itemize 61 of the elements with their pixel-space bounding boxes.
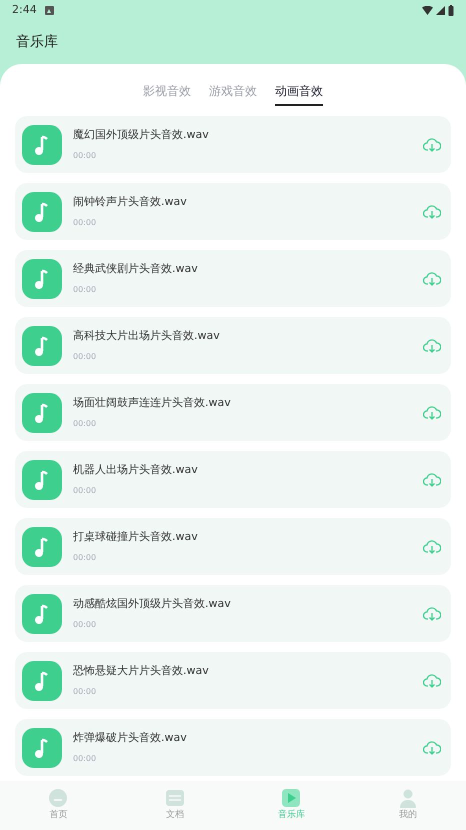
music-note-icon xyxy=(22,594,62,634)
track-name: 打桌球碰撞片头音效.wav xyxy=(73,528,199,545)
music-note-icon xyxy=(22,660,62,700)
track-duration: 00:00 xyxy=(73,552,98,564)
track-duration: 00:00 xyxy=(73,284,98,296)
track-duration: 00:00 xyxy=(73,150,98,162)
tab[interactable]: 动画音效 xyxy=(275,82,323,106)
track-card[interactable]: 恐怖悬疑大片片头音效.wav 00:00 xyxy=(15,652,451,709)
cloud-download-icon[interactable] xyxy=(423,136,441,152)
track-duration: 00:00 xyxy=(73,418,98,430)
person-icon xyxy=(398,788,418,808)
music-note-icon xyxy=(22,124,62,164)
music-note-icon xyxy=(22,326,62,366)
track-card[interactable]: 机器人出场片头音效.wav 00:00 xyxy=(15,451,451,508)
track-duration: 00:00 xyxy=(73,351,98,364)
music-note-icon xyxy=(22,526,62,566)
cloud-download-icon[interactable] xyxy=(423,404,441,420)
track-duration: 00:00 xyxy=(73,619,98,632)
cloud-download-icon[interactable] xyxy=(423,338,441,354)
track-duration: 00:00 xyxy=(73,217,98,230)
battery-icon xyxy=(448,4,454,16)
track-card[interactable]: 魔幻国外顶级片头音效.wav 00:00 xyxy=(15,116,451,173)
track-name: 高科技大片出场片头音效.wav xyxy=(73,328,221,344)
track-card[interactable]: 闹钟铃声片头音效.wav 00:00 xyxy=(15,183,451,240)
track-card[interactable]: 打桌球碰撞片头音效.wav 00:00 xyxy=(15,518,451,575)
track-card[interactable]: 经典武侠剧片头音效.wav 00:00 xyxy=(15,250,451,307)
track-name: 机器人出场片头音效.wav xyxy=(73,462,199,478)
music-note-icon xyxy=(22,392,62,432)
signal-icon xyxy=(436,6,445,14)
track-duration: 00:00 xyxy=(73,753,98,766)
track-name: 闹钟铃声片头音效.wav xyxy=(73,194,188,210)
home-icon xyxy=(48,788,68,808)
track-card[interactable]: 炸弹爆破片头音效.wav 00:00 xyxy=(15,719,451,776)
play-icon xyxy=(281,788,302,808)
track-duration: 00:00 xyxy=(73,485,98,498)
track-card[interactable]: 场面壮阔鼓声连连片头音效.wav 00:00 xyxy=(15,384,451,441)
notification-icon xyxy=(44,6,54,14)
track-card[interactable]: 动感酷炫国外顶级片头音效.wav 00:00 xyxy=(15,585,451,642)
music-note-icon xyxy=(22,460,62,500)
cloud-download-icon[interactable] xyxy=(423,472,441,488)
document-icon xyxy=(164,788,185,808)
cloud-download-icon[interactable] xyxy=(423,204,441,220)
status-time: 2:44 xyxy=(12,2,37,18)
cloud-download-icon[interactable] xyxy=(423,672,441,688)
track-name: 炸弹爆破片头音效.wav xyxy=(73,730,188,746)
track-duration: 00:00 xyxy=(73,686,98,698)
music-note-icon xyxy=(22,192,62,232)
cloud-download-icon[interactable] xyxy=(423,740,441,756)
music-note-icon xyxy=(22,728,62,768)
track-name: 魔幻国外顶级片头音效.wav xyxy=(73,126,210,143)
track-name: 动感酷炫国外顶级片头音效.wav xyxy=(73,596,232,612)
track-name: 场面壮阔鼓声连连片头音效.wav xyxy=(73,394,232,411)
music-note-icon xyxy=(22,258,62,298)
wifi-icon xyxy=(422,6,433,14)
page-title: 音乐库 xyxy=(16,32,58,52)
cloud-download-icon[interactable] xyxy=(423,606,441,622)
track-name: 恐怖悬疑大片片头音效.wav xyxy=(73,662,210,679)
track-name: 经典武侠剧片头音效.wav xyxy=(73,260,199,277)
cloud-download-icon[interactable] xyxy=(423,538,441,554)
cloud-download-icon[interactable] xyxy=(423,270,441,286)
track-card[interactable]: 高科技大片出场片头音效.wav 00:00 xyxy=(15,317,451,374)
